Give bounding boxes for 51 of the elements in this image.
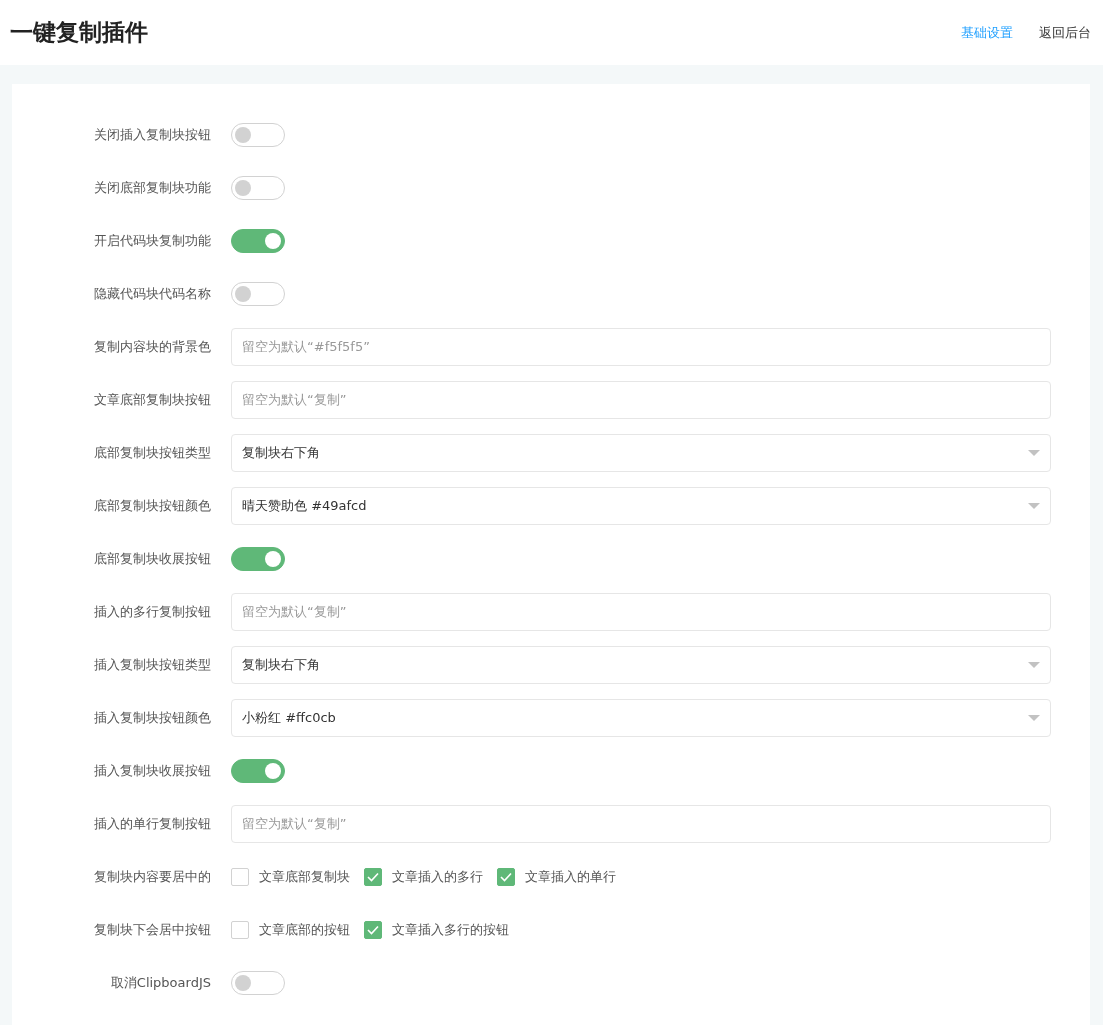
caret-icon (1028, 661, 1040, 668)
setting-label: 插入的多行复制按钮 (93, 602, 211, 621)
setting-label: 插入的单行复制按钮 (93, 814, 211, 833)
page-title: 一键复制插件 (10, 18, 148, 48)
checkbox-label[interactable]: 文章插入的单行 (525, 866, 616, 887)
setting-label: 开启代码块复制功能 (93, 231, 211, 250)
checkbox[interactable] (364, 920, 382, 939)
checkbox-label[interactable]: 文章底部复制块 (259, 866, 350, 887)
setting-label: 插入复制块按钮类型 (93, 655, 211, 674)
setting-label: 关闭插入复制块按钮 (93, 125, 211, 144)
select-field[interactable]: 小粉红 #ffc0cb (231, 698, 1051, 737)
setting-label: 关闭底部复制块功能 (93, 178, 211, 197)
nav-link[interactable]: 返回后台 (1039, 22, 1091, 43)
checkbox[interactable] (364, 867, 382, 886)
setting-label: 复制内容块的背景色 (93, 337, 211, 356)
caret-icon (1028, 502, 1040, 509)
checkbox[interactable] (231, 920, 249, 939)
checkbox[interactable] (497, 867, 515, 886)
setting-label: 复制块下会居中按钮 (93, 920, 211, 939)
checkbox-label[interactable]: 文章插入的多行 (392, 866, 483, 887)
checkmark-icon (367, 871, 379, 882)
toggle-switch[interactable] (231, 281, 285, 306)
checkbox[interactable] (231, 867, 249, 886)
caret-icon (1028, 449, 1040, 456)
toggle-switch[interactable] (231, 970, 285, 995)
setting-label: 底部复制块按钮颜色 (93, 496, 211, 515)
toggle-switch[interactable] (231, 546, 285, 571)
checkbox-label[interactable]: 文章底部的按钮 (259, 919, 350, 940)
toggle-switch[interactable] (231, 175, 285, 200)
select-field[interactable]: 复制块右下角 (231, 433, 1051, 472)
setting-label: 插入复制块按钮颜色 (93, 708, 211, 727)
text-field[interactable]: 留空为默认“#f5f5f5” (231, 327, 1051, 366)
toggle-switch[interactable] (231, 122, 285, 147)
setting-label: 文章底部复制块按钮 (93, 390, 211, 409)
toggle-switch[interactable] (231, 758, 285, 783)
caret-icon (1028, 714, 1040, 721)
text-field[interactable]: 留空为默认“复制” (231, 592, 1051, 631)
setting-label: 插入复制块收展按钮 (93, 761, 211, 780)
checkbox-label[interactable]: 文章插入多行的按钮 (392, 919, 509, 940)
select-field[interactable]: 晴天赞助色 #49afcd (231, 486, 1051, 525)
checkmark-icon (500, 871, 512, 882)
setting-label: 底部复制块按钮类型 (93, 443, 211, 462)
toggle-switch[interactable] (231, 228, 285, 253)
text-field[interactable]: 留空为默认“复制” (231, 804, 1051, 843)
text-field[interactable]: 留空为默认“复制” (231, 380, 1051, 419)
setting-label: 底部复制块收展按钮 (93, 549, 211, 568)
select-field[interactable]: 复制块右下角 (231, 645, 1051, 684)
setting-label: 复制块内容要居中的 (93, 867, 211, 886)
checkmark-icon (367, 924, 379, 935)
setting-label: 取消ClipboardJS (109, 973, 211, 992)
setting-label: 隐藏代码块代码名称 (93, 284, 211, 303)
